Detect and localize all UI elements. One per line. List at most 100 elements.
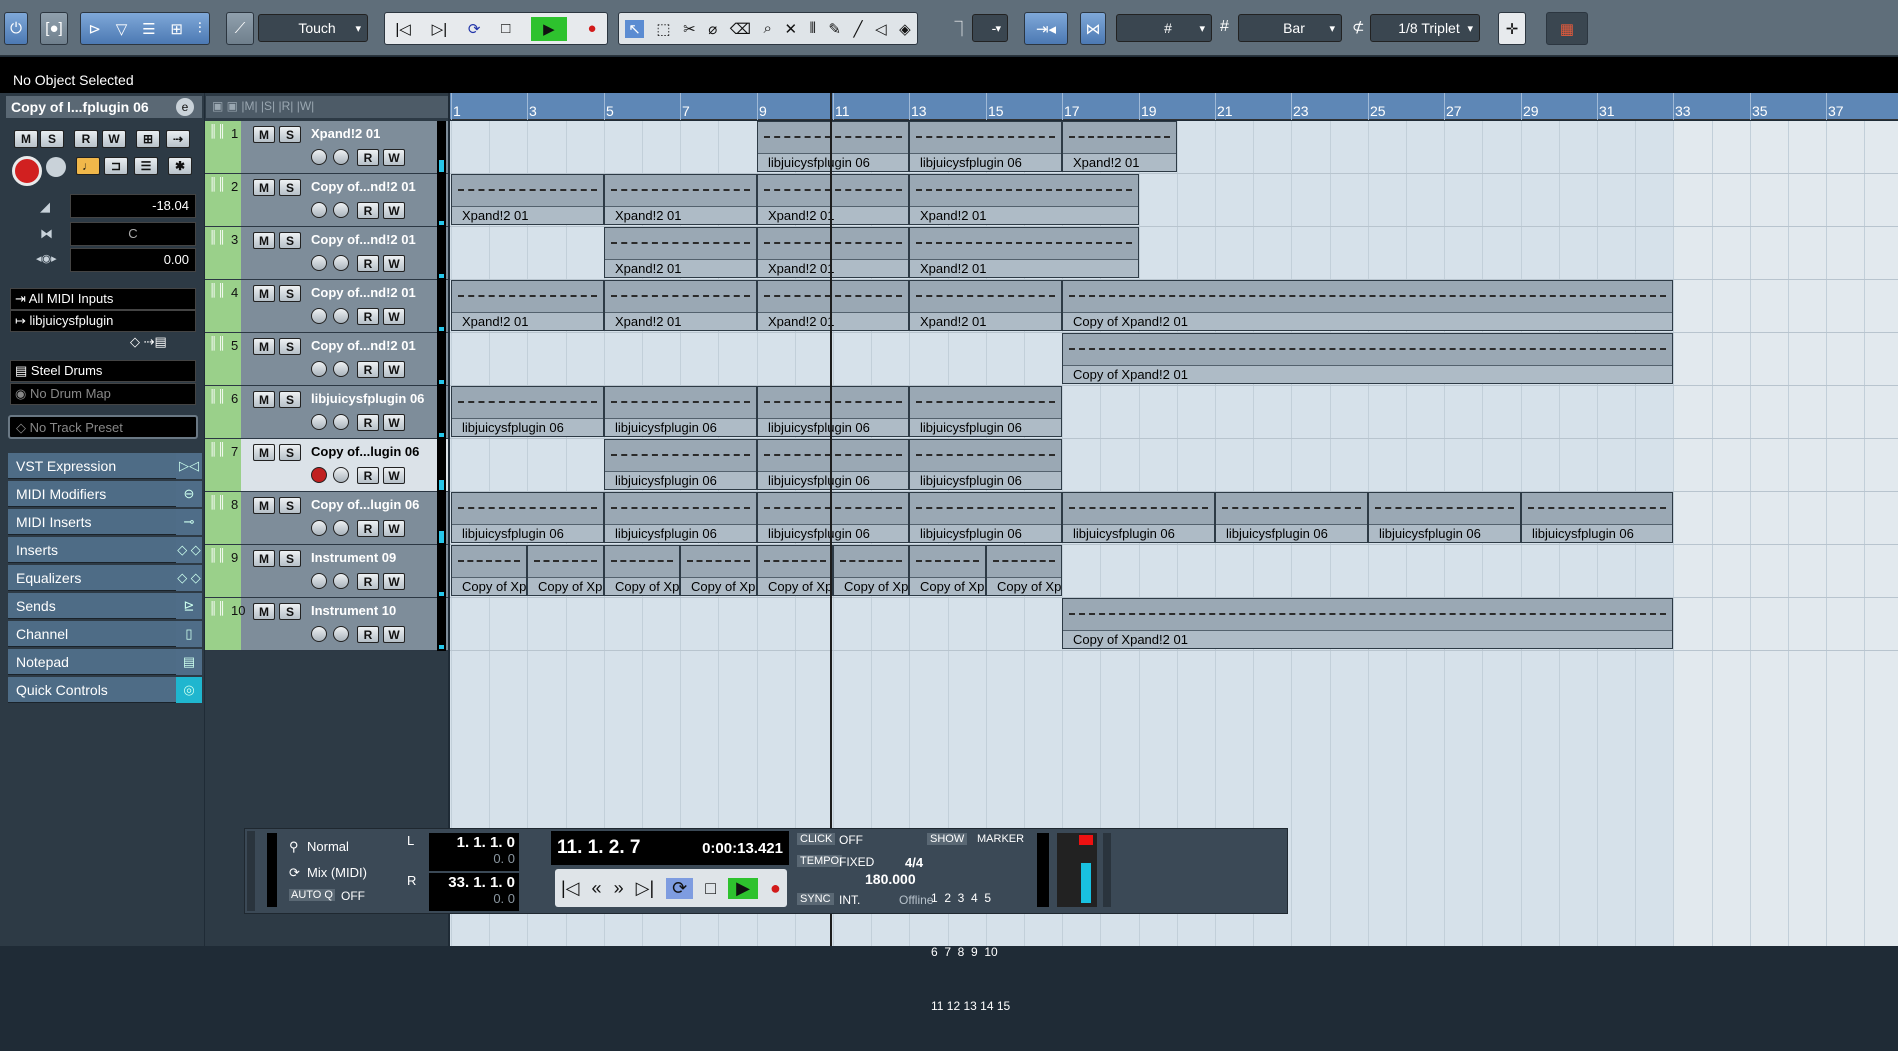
signature-value[interactable]: 4/4 (905, 855, 923, 870)
track-write-button[interactable]: W (383, 520, 405, 537)
tempo-value[interactable]: 180.000 (865, 871, 916, 887)
monitor-button[interactable] (333, 520, 349, 536)
track-write-button[interactable]: W (383, 202, 405, 219)
track-solo-button[interactable]: S (279, 391, 301, 408)
midi-part[interactable]: libjuicysfplugin 06 (1062, 492, 1215, 543)
cycle-icon[interactable]: ⟳ (468, 20, 481, 38)
track-write-button[interactable]: W (383, 361, 405, 378)
track-name[interactable]: Copy of...nd!2 01 (311, 285, 416, 300)
pan-field[interactable]: C (70, 222, 196, 246)
autoq-button[interactable]: AUTO Q (289, 889, 335, 901)
track-read-button[interactable]: R (357, 467, 379, 484)
split-tool-icon[interactable]: ✂ (683, 20, 696, 38)
track-mute-button[interactable]: M (253, 232, 275, 249)
midi-part[interactable]: Xpand!2 01 (451, 174, 604, 225)
activate-project-button[interactable]: ⏻ (4, 12, 28, 45)
color-palette-button[interactable]: ▦ (1546, 12, 1588, 45)
track-solo-button[interactable]: S (279, 603, 301, 620)
track-header[interactable]: ║║ 2 M S Copy of...nd!2 01 R W (205, 174, 448, 227)
track-name[interactable]: Xpand!2 01 (311, 126, 380, 141)
record-enable-button[interactable] (311, 414, 327, 430)
track-mute-button[interactable]: M (253, 285, 275, 302)
settings-button[interactable]: ✱ (168, 157, 192, 175)
midi-part[interactable]: libjuicysfplugin 06 (451, 386, 604, 437)
section-toggle-icon[interactable]: ◇ ◇ (176, 565, 202, 591)
record-enable-button[interactable] (311, 467, 327, 483)
track-solo-button[interactable]: S (279, 444, 301, 461)
track-read-button[interactable]: R (357, 255, 379, 272)
track-solo-button[interactable]: S (279, 179, 301, 196)
monitor-button[interactable] (333, 626, 349, 642)
sync-label[interactable]: SYNC (797, 893, 834, 905)
erase-tool-icon[interactable]: ⌫ (730, 20, 751, 38)
monitor-button[interactable] (333, 149, 349, 165)
midi-part[interactable]: Xpand!2 01 (604, 174, 757, 225)
position-display[interactable]: 11. 1. 2. 7 0:00:13.421 (551, 831, 789, 865)
record-icon[interactable]: ● (770, 878, 781, 899)
inspector-section-inserts[interactable]: Inserts ◇ ◇ (8, 537, 202, 563)
track-read-button[interactable]: R (357, 626, 379, 643)
midi-output-select[interactable]: ↦ libjuicysfplugin (10, 310, 196, 332)
track-name[interactable]: Copy of...nd!2 01 (311, 338, 416, 353)
inspector-section-midi-inserts[interactable]: MIDI Inserts ⊸ (8, 509, 202, 535)
program-select[interactable]: ▤ Steel Drums (10, 360, 196, 382)
monitor-button[interactable] (333, 467, 349, 483)
marker-buttons[interactable]: 1 2 3 4 5 6 7 8 9 10 11 12 13 14 15 (931, 853, 1010, 1051)
section-toggle-icon[interactable]: ⊵ (176, 593, 202, 619)
midi-part[interactable]: libjuicysfplugin 06 (1215, 492, 1368, 543)
midi-input-select[interactable]: ⇥ All MIDI Inputs (10, 288, 196, 310)
fast-forward-icon[interactable]: » (614, 878, 624, 899)
drum-map-select[interactable]: ◉ No Drum Map (10, 383, 196, 405)
track-header[interactable]: ║║ 7 M S Copy of...lugin 06 R W (205, 439, 448, 492)
rewind-icon[interactable]: « (592, 878, 602, 899)
solo-button[interactable]: S (40, 130, 64, 148)
edit-button[interactable]: ⊞ (136, 130, 160, 148)
track-write-button[interactable]: W (383, 255, 405, 272)
left-locator-display[interactable]: 1. 1. 1. 0 0. 0 (429, 833, 519, 871)
tempo-label[interactable]: TEMPO (797, 855, 843, 867)
inspector-track-name[interactable]: Copy of l...fplugin 06 (6, 96, 202, 118)
section-toggle-icon[interactable]: ▷◁ (176, 453, 202, 479)
midi-part[interactable]: Xpand!2 01 (909, 174, 1139, 225)
go-to-start-icon[interactable]: |◁ (561, 878, 580, 899)
track-solo-button[interactable]: S (279, 338, 301, 355)
track-name[interactable]: Copy of...nd!2 01 (311, 232, 416, 247)
midi-part[interactable]: libjuicysfplugin 06 (451, 492, 604, 543)
midi-part[interactable]: libjuicysfplugin 06 (757, 492, 909, 543)
write-button[interactable]: W (102, 130, 126, 148)
volume-field[interactable]: -18.04 (70, 194, 196, 218)
track-solo-button[interactable]: S (279, 232, 301, 249)
track-write-button[interactable]: W (383, 467, 405, 484)
track-header[interactable]: ║║ 9 M S Instrument 09 R W (205, 545, 448, 598)
midi-part[interactable]: Copy of Xp (451, 545, 527, 596)
track-mute-button[interactable]: M (253, 391, 275, 408)
track-read-button[interactable]: R (357, 520, 379, 537)
midi-part[interactable]: Xpand!2 01 (604, 280, 757, 331)
track-name[interactable]: Copy of...nd!2 01 (311, 179, 416, 194)
midi-part[interactable]: Xpand!2 01 (757, 280, 909, 331)
track-header[interactable]: ║║ 8 M S Copy of...lugin 06 R W (205, 492, 448, 545)
comp-tool-icon[interactable]: ⫴ (810, 20, 816, 37)
section-toggle-icon[interactable]: ◎ (176, 677, 202, 703)
track-read-button[interactable]: R (357, 202, 379, 219)
go-to-end-icon[interactable]: ▷| (636, 878, 655, 899)
midi-part[interactable]: libjuicysfplugin 06 (1521, 492, 1673, 543)
midi-part[interactable]: Copy of Xp (680, 545, 757, 596)
record-enable-button[interactable] (311, 626, 327, 642)
monitor-button[interactable] (333, 202, 349, 218)
track-mute-button[interactable]: M (253, 338, 275, 355)
midi-part[interactable]: Copy of Xp (909, 545, 986, 596)
track-read-button[interactable]: R (357, 361, 379, 378)
record-enable-button[interactable] (311, 308, 327, 324)
lock-button[interactable]: ⊐ (104, 157, 128, 175)
midi-part[interactable]: Xpand!2 01 (757, 227, 909, 278)
record-mode-select[interactable]: Normal (307, 839, 391, 854)
constrain-delay-button[interactable]: [●] (40, 12, 68, 45)
color-tool-icon[interactable]: ◈ (899, 20, 911, 38)
midi-part[interactable]: Copy of Xp (757, 545, 833, 596)
marker-row-3[interactable]: 11 12 13 14 15 (931, 997, 1010, 1015)
midi-part[interactable]: Xpand!2 01 (604, 227, 757, 278)
automation-mode-select[interactable]: Touch (258, 14, 368, 42)
section-toggle-icon[interactable]: ▤ (176, 649, 202, 675)
draw-tool-icon[interactable]: ✎ (828, 20, 841, 38)
